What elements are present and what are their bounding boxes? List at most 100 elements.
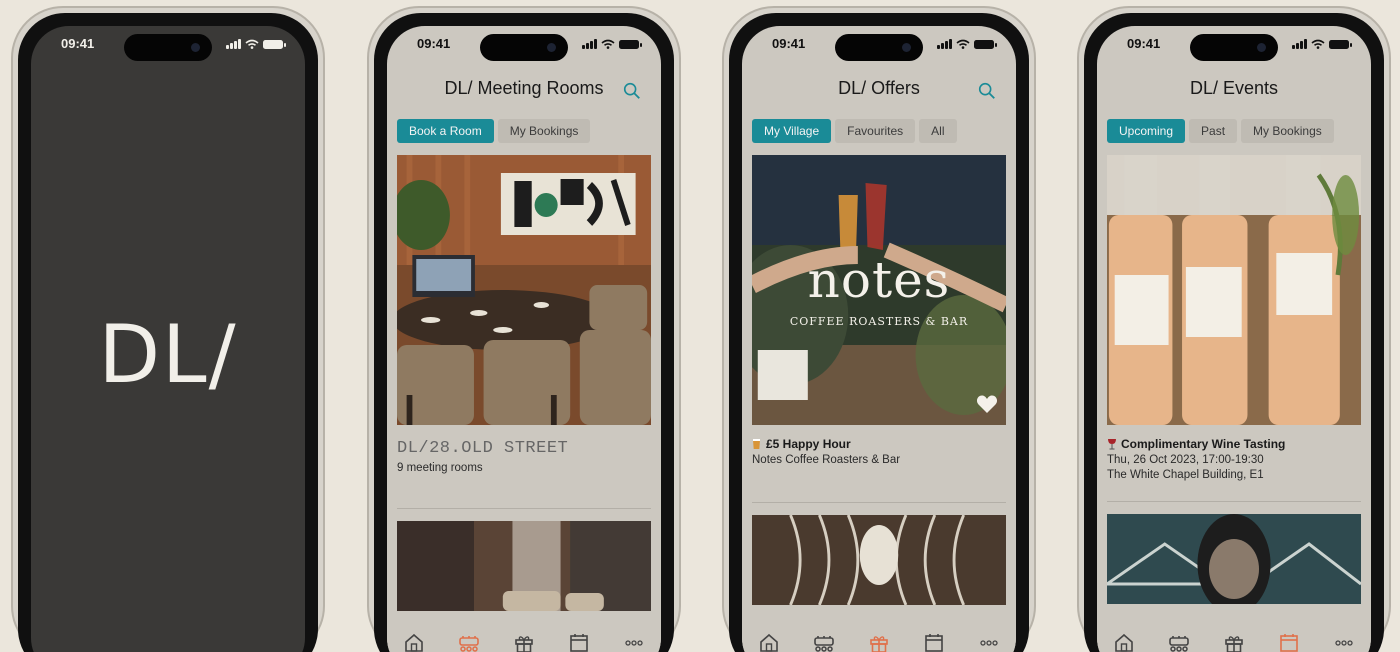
wifi-icon (601, 39, 615, 49)
status-bar: 09:41 (387, 26, 661, 66)
tab-book-a-room[interactable]: Book a Room (397, 119, 494, 143)
offers-feed: notes COFFEE ROASTERS & BAR £5 Happy Hou… (752, 155, 1006, 626)
offer-venue: Notes Coffee Roasters & Bar (752, 454, 901, 466)
segmented-tabs: My Village Favourites All (752, 119, 1006, 145)
tab-my-bookings[interactable]: My Bookings (1241, 119, 1334, 143)
nav-home[interactable] (756, 632, 782, 652)
room-location-title: DL/28.OLD STREET (397, 439, 569, 458)
gift-icon (513, 632, 535, 652)
page-title-text: DL/ Meeting Rooms (444, 78, 604, 98)
nav-more[interactable] (976, 632, 1002, 652)
divider (397, 508, 651, 509)
page-title: DL/ Events (1097, 78, 1371, 108)
beer-icon (753, 439, 760, 449)
tab-past[interactable]: Past (1189, 119, 1238, 143)
dynamic-island (480, 34, 568, 61)
nav-events[interactable] (566, 632, 592, 652)
nav-more[interactable] (621, 632, 647, 652)
offers-screen: 09:41 DL/ Offers My Village Favourites A… (742, 26, 1016, 652)
signal-icon (582, 39, 597, 49)
more-icon (978, 632, 1000, 652)
status-icons (226, 38, 286, 50)
phone-events: 09:41 DL/ Events Upcoming Past My Bookin… (1077, 6, 1391, 652)
wine-glass-icon (1108, 439, 1116, 450)
search-icon (622, 81, 642, 101)
battery-icon (263, 39, 286, 49)
room-photo[interactable] (397, 155, 651, 425)
phone-offers: 09:41 DL/ Offers My Village Favourites A… (722, 6, 1036, 652)
signal-icon (226, 39, 241, 49)
splash-logo: DL/ (98, 308, 238, 401)
heart-icon (976, 395, 998, 413)
nav-events[interactable] (1276, 632, 1302, 652)
search-button[interactable] (621, 80, 643, 102)
signal-icon (1292, 39, 1307, 49)
phone-splash: 09:41 DL/ (11, 6, 325, 652)
phone-frame: 09:41 DL/ Meeting Rooms Book a Room My B… (374, 13, 674, 652)
search-button[interactable] (976, 80, 998, 102)
status-time: 09:41 (772, 36, 806, 51)
battery-icon (974, 39, 997, 49)
nav-home[interactable] (401, 632, 427, 652)
nav-offers[interactable] (1221, 632, 1247, 652)
tab-all[interactable]: All (919, 119, 957, 143)
home-icon (1113, 632, 1135, 652)
splash-screen: 09:41 DL/ (31, 26, 305, 652)
dynamic-island (1190, 34, 1278, 61)
search-icon (977, 81, 997, 101)
status-bar: 09:41 (31, 26, 305, 66)
nav-offers[interactable] (511, 632, 537, 652)
offer-photo-2[interactable] (752, 515, 1006, 605)
meeting-room-icon (1167, 632, 1191, 652)
nav-meeting-rooms[interactable] (1166, 632, 1192, 652)
meeting-rooms-screen: 09:41 DL/ Meeting Rooms Book a Room My B… (387, 26, 661, 652)
nav-events[interactable] (921, 632, 947, 652)
home-icon (403, 632, 425, 652)
status-time: 09:41 (1127, 36, 1161, 51)
event-photo[interactable] (1107, 155, 1361, 425)
meeting-room-icon (812, 632, 836, 652)
wifi-icon (956, 39, 970, 49)
tab-favourites[interactable]: Favourites (835, 119, 916, 143)
calendar-icon (568, 632, 590, 652)
wifi-icon (245, 39, 259, 49)
meeting-room-icon (457, 632, 481, 652)
offer-photo[interactable]: notes COFFEE ROASTERS & BAR (752, 155, 1006, 425)
offer-title-text: £5 Happy Hour (766, 437, 851, 451)
event-venue: The White Chapel Building, E1 (1107, 469, 1264, 481)
dynamic-island (835, 34, 923, 61)
battery-icon (1329, 39, 1352, 49)
signal-icon (937, 39, 952, 49)
status-bar: 09:41 (1097, 26, 1371, 66)
event-title: Complimentary Wine Tasting (1107, 437, 1361, 451)
more-icon (1333, 632, 1355, 652)
event-photo-2[interactable] (1107, 514, 1361, 604)
nav-meeting-rooms[interactable] (811, 632, 837, 652)
phone-frame: 09:41 DL/ Events Upcoming Past My Bookin… (1084, 13, 1384, 652)
favourite-button[interactable] (976, 394, 998, 419)
nav-meeting-rooms[interactable] (456, 632, 482, 652)
tab-upcoming[interactable]: Upcoming (1107, 119, 1186, 143)
phone-frame: 09:41 DL/ Offers My Village Favourites A… (729, 13, 1029, 652)
phone-meeting-rooms: 09:41 DL/ Meeting Rooms Book a Room My B… (367, 6, 681, 652)
gift-icon (1223, 632, 1245, 652)
page-title-text: DL/ Offers (838, 78, 920, 98)
divider (1107, 501, 1361, 502)
status-bar: 09:41 (742, 26, 1016, 66)
page-title: DL/ Meeting Rooms (387, 78, 661, 108)
nav-offers[interactable] (866, 632, 892, 652)
tab-my-village[interactable]: My Village (752, 119, 832, 143)
offer-title: £5 Happy Hour (752, 437, 1006, 451)
page-title: DL/ Offers (742, 78, 1016, 108)
status-icons (582, 38, 642, 50)
nav-home[interactable] (1111, 632, 1137, 652)
segmented-tabs: Upcoming Past My Bookings (1107, 119, 1361, 145)
event-title-text: Complimentary Wine Tasting (1121, 437, 1286, 451)
divider (752, 502, 1006, 503)
bottom-nav (742, 626, 1016, 652)
room-photo-2[interactable] (397, 521, 651, 611)
status-icons (937, 38, 997, 50)
calendar-icon (923, 632, 945, 652)
nav-more[interactable] (1331, 632, 1357, 652)
tab-my-bookings[interactable]: My Bookings (497, 119, 591, 143)
